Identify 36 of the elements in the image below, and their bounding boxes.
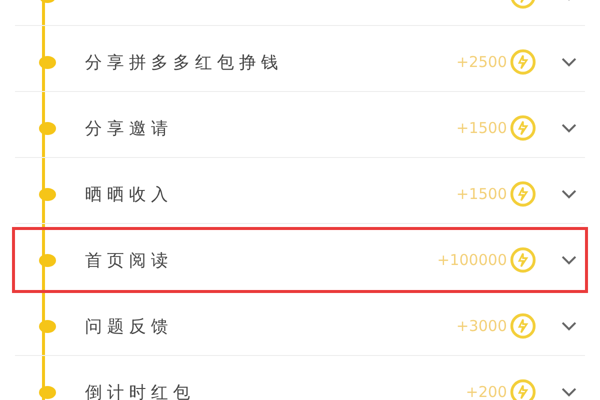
task-title: 晒晒收入 (85, 184, 173, 206)
reward-amount: +1500 (456, 185, 507, 203)
task-row[interactable]: 晒晒收入 +1500 (12, 161, 588, 227)
coin-icon (509, 246, 537, 274)
chevron-down-icon[interactable] (561, 387, 577, 397)
reward-amount: +1500 (456, 119, 507, 137)
timeline-dot (38, 56, 56, 68)
coin-icon (509, 312, 537, 340)
chevron-down-icon[interactable] (561, 189, 577, 199)
task-title: 分享邀请 (85, 118, 173, 140)
reward-amount: +100000 (437, 251, 507, 269)
coin-icon (509, 378, 537, 400)
coin-icon (509, 180, 537, 208)
coin-icon (509, 48, 537, 76)
reward-amount: +200 (466, 383, 507, 400)
task-row[interactable]: 首页阅读 +100000 (12, 227, 588, 293)
task-title: 分享拼多多红包挣钱 (85, 52, 283, 74)
chevron-down-icon[interactable] (561, 255, 577, 265)
task-title: 倒计时红包 (85, 382, 195, 400)
timeline-dot (38, 122, 56, 134)
reward-amount: +2500 (456, 53, 507, 71)
reward-amount: +3000 (456, 317, 507, 335)
coin-icon (509, 114, 537, 142)
task-row[interactable]: 分享邀请 +1500 (12, 95, 588, 161)
chevron-down-icon[interactable] (561, 57, 577, 67)
timeline-dot (38, 188, 56, 200)
chevron-down-icon[interactable] (561, 321, 577, 331)
task-row[interactable]: 问题反馈 +3000 (12, 293, 588, 359)
task-title: 首页阅读 (85, 250, 173, 272)
task-row[interactable]: 倒计时红包 +200 (12, 359, 588, 400)
timeline-dot (38, 320, 56, 332)
timeline-dot (38, 254, 56, 266)
task-title: 问题反馈 (85, 316, 173, 338)
chevron-down-icon[interactable] (561, 123, 577, 133)
timeline-dot (38, 386, 56, 398)
task-row[interactable]: 分享拼多多红包挣钱 +2500 (12, 29, 588, 95)
